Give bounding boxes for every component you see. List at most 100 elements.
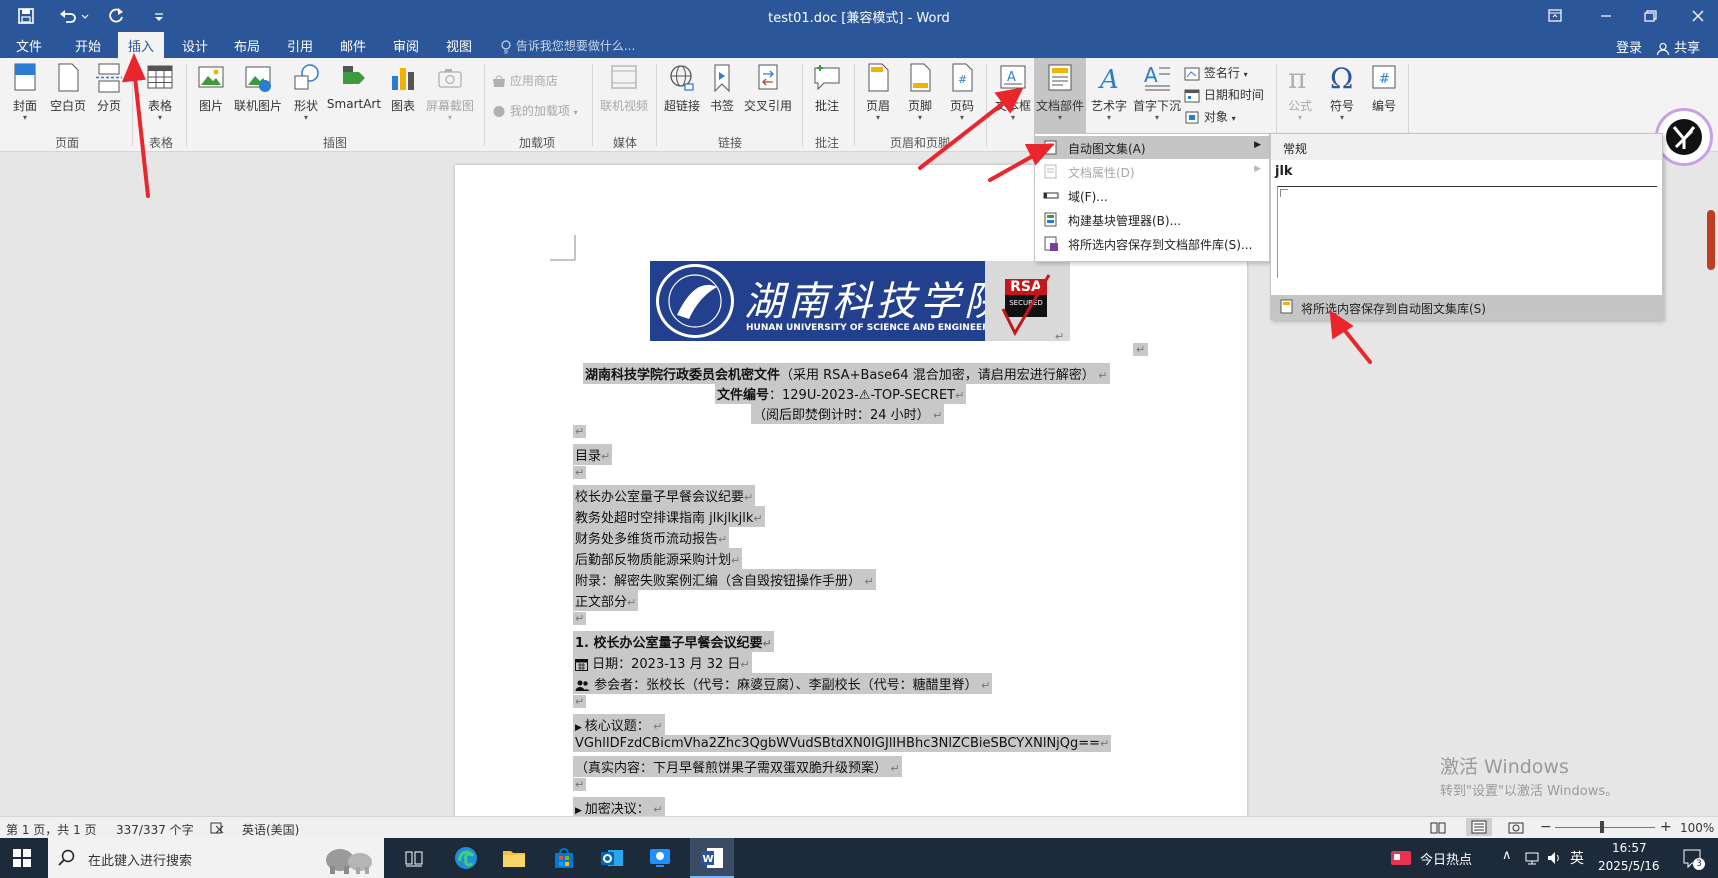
page-number-button[interactable]: # 页码 ▾: [946, 62, 978, 122]
menu-item-building-blocks[interactable]: 构建基块管理器(B)...: [1035, 208, 1269, 231]
symbol-button[interactable]: Ω 符号 ▾: [1324, 62, 1360, 122]
pc-manager-icon[interactable]: [648, 846, 672, 870]
camera-icon: [435, 62, 465, 94]
number-icon: #: [1369, 62, 1399, 94]
screenshot-button[interactable]: 屏幕截图 ▾: [424, 62, 476, 122]
share-button[interactable]: 共享: [1656, 37, 1700, 56]
bookmark-button[interactable]: 书签: [708, 62, 736, 114]
tab-home[interactable]: 开始: [75, 36, 101, 55]
shapes-button[interactable]: 形状 ▾: [290, 62, 322, 122]
save-selection-to-autotext-button[interactable]: 将所选内容保存到自动图文集库(S): [1271, 295, 1662, 319]
menu-item-autotext[interactable]: 自动图文集(A) ▶: [1035, 136, 1269, 159]
smartart-button[interactable]: SmartArt: [326, 62, 382, 111]
assistant-logo[interactable]: [1655, 108, 1713, 166]
equation-button[interactable]: π 公式 ▾: [1282, 62, 1318, 122]
news-widget-label[interactable]: 今日热点: [1420, 849, 1472, 868]
comment-button[interactable]: 批注: [810, 62, 844, 114]
page-count[interactable]: 第 1 页，共 1 页: [6, 821, 97, 838]
clock-date[interactable]: 2025/5/16: [1598, 859, 1660, 873]
date-time-button[interactable]: 日期和时间: [1184, 86, 1264, 103]
autotext-entry-preview[interactable]: [1277, 186, 1657, 278]
file-explorer-icon[interactable]: [502, 847, 526, 869]
menu-item-save-to-gallery[interactable]: 将所选内容保存到文档部件库(S)...: [1035, 232, 1269, 255]
people-icon: [575, 679, 590, 692]
page-break-button[interactable]: 分页: [94, 62, 124, 114]
clock-time[interactable]: 16:57: [1612, 841, 1647, 855]
document-page[interactable]: 湖南科技学院 HUNAN UNIVERSITY OF SCIENCE AND E…: [455, 165, 1247, 816]
cross-reference-button[interactable]: 交叉引用: [742, 62, 794, 114]
proofing-icon[interactable]: [210, 821, 226, 835]
vertical-scrollbar[interactable]: [1704, 152, 1718, 816]
textbox-button[interactable]: A 文本框 ▾: [992, 62, 1034, 122]
ribbon-display-options-icon[interactable]: [1541, 4, 1569, 28]
tab-view[interactable]: 视图: [446, 36, 472, 55]
close-icon[interactable]: [1684, 4, 1712, 28]
taskbar-search-box[interactable]: 在此键入进行搜索: [48, 838, 384, 878]
number-button[interactable]: # 编号: [1368, 62, 1400, 114]
language-indicator[interactable]: 英语(美国): [242, 821, 299, 838]
edge-browser-icon[interactable]: [454, 846, 478, 870]
toc-item[interactable]: 教务处超时空排课指南 jlkjlkjlk↵: [573, 506, 765, 527]
wordart-icon: A: [1094, 62, 1124, 94]
signature-line-button[interactable]: 签名行 ▾: [1184, 64, 1248, 81]
drop-cap-button[interactable]: A 首字下沉 ▾: [1132, 62, 1182, 122]
tab-mailings[interactable]: 邮件: [340, 36, 366, 55]
tab-references[interactable]: 引用: [287, 36, 313, 55]
zoom-out-button[interactable]: −: [1540, 819, 1552, 835]
scrollbar-thumb[interactable]: [1707, 210, 1715, 270]
tell-me-box[interactable]: 告诉我您想要做什么...: [500, 37, 635, 54]
tab-layout[interactable]: 布局: [234, 36, 260, 55]
menu-item-document-property[interactable]: 文档属性(D) ▶: [1035, 160, 1269, 183]
online-video-button[interactable]: 联机视频: [598, 62, 650, 114]
volume-icon[interactable]: [1546, 850, 1562, 866]
online-picture-button[interactable]: 联机图片: [232, 62, 284, 114]
news-widget-icon[interactable]: [1390, 848, 1412, 868]
network-icon[interactable]: [1524, 850, 1540, 866]
picture-button[interactable]: 图片: [194, 62, 228, 114]
restore-icon[interactable]: [1636, 4, 1664, 28]
header-button[interactable]: 页眉 ▾: [862, 62, 894, 122]
toc-item[interactable]: 附录：解密失败案例汇编（含自毁按钮操作手册） ↵: [573, 569, 876, 590]
hyperlink-button[interactable]: 超链接: [662, 62, 702, 114]
my-addins-button[interactable]: 我的加载项 ▾: [492, 102, 578, 119]
zoom-slider-thumb[interactable]: [1600, 821, 1604, 833]
input-method-indicator[interactable]: 英: [1570, 848, 1584, 868]
toc-item[interactable]: 财务处多维货币流动报告↵: [573, 527, 730, 548]
minimize-icon[interactable]: [1592, 4, 1620, 28]
web-layout-icon[interactable]: [1508, 821, 1524, 835]
tab-insert[interactable]: 插入: [118, 32, 165, 58]
store-button[interactable]: 应用商店: [492, 72, 558, 89]
tab-review[interactable]: 审阅: [393, 36, 419, 55]
notification-center-button[interactable]: 3: [1680, 846, 1705, 870]
tab-file[interactable]: 文件: [16, 36, 42, 55]
footer-button[interactable]: 页脚 ▾: [904, 62, 936, 122]
zoom-slider[interactable]: [1555, 827, 1655, 828]
footer-icon: [905, 62, 935, 94]
task-view-icon[interactable]: [404, 848, 424, 868]
tab-design[interactable]: 设计: [182, 36, 208, 55]
print-layout-icon[interactable]: [1466, 818, 1492, 836]
show-hidden-icons-icon[interactable]: ∧: [1502, 848, 1512, 863]
wordart-button[interactable]: A 艺术字 ▾: [1090, 62, 1128, 122]
word-count[interactable]: 337/337 个字: [116, 821, 194, 838]
cover-page-button[interactable]: 封面 ▾: [8, 62, 42, 122]
word-taskbar-button[interactable]: W: [690, 838, 734, 878]
read-mode-icon[interactable]: [1430, 821, 1446, 835]
toc-item[interactable]: 正文部分↵: [573, 590, 639, 611]
outlook-icon[interactable]: [600, 846, 624, 870]
windows-start-icon[interactable]: [12, 848, 32, 868]
microsoft-store-icon[interactable]: [552, 846, 576, 870]
object-button[interactable]: 对象 ▾: [1184, 108, 1236, 125]
quick-parts-button[interactable]: 文档部件 ▾: [1034, 58, 1086, 144]
toc-item[interactable]: 后勤部反物质能源采购计划↵: [573, 548, 743, 569]
zoom-in-button[interactable]: +: [1660, 819, 1672, 835]
login-link[interactable]: 登录: [1616, 37, 1642, 56]
blank-page-button[interactable]: 空白页: [48, 62, 88, 114]
table-button[interactable]: 表格 ▾: [142, 62, 178, 122]
menu-item-field[interactable]: 域(F)...: [1035, 184, 1269, 207]
omega-icon: Ω: [1327, 62, 1357, 94]
search-placeholder: 在此键入进行搜索: [88, 854, 193, 869]
chart-button[interactable]: 图表: [388, 62, 418, 114]
toc-item[interactable]: 校长办公室量子早餐会议纪要↵: [573, 485, 756, 506]
zoom-level[interactable]: 100%: [1680, 821, 1714, 835]
